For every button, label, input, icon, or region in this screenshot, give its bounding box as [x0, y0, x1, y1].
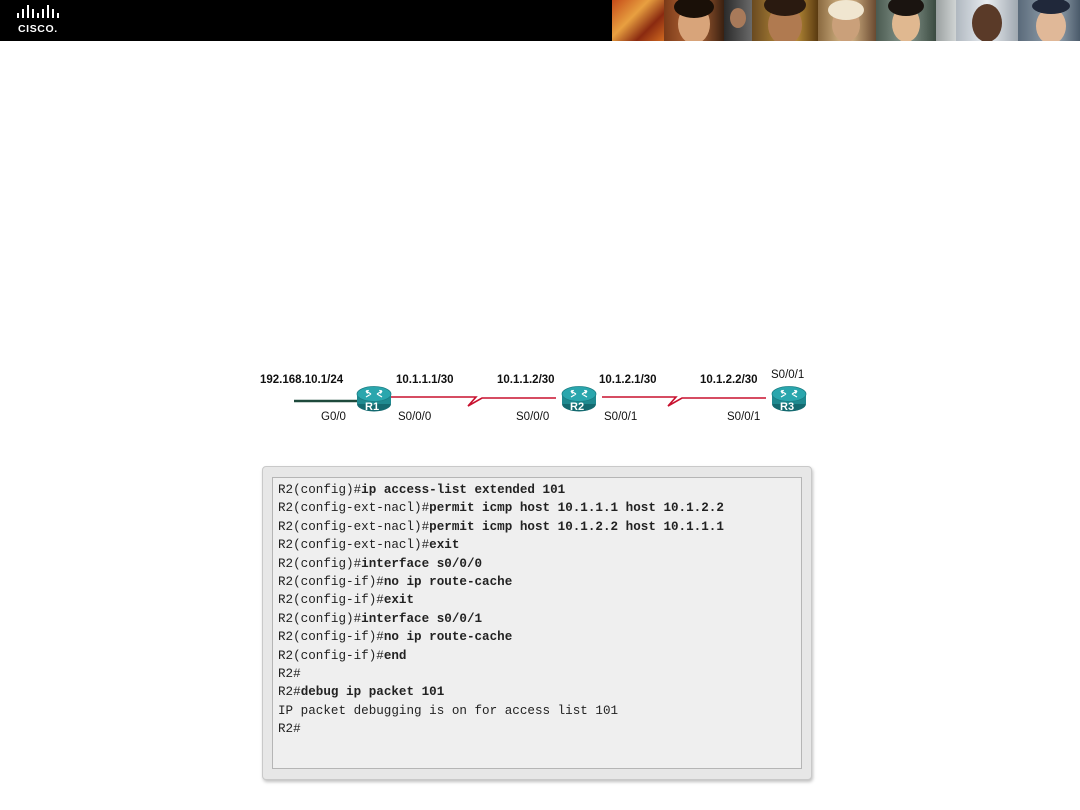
- cli-line: IP packet debugging is on for access lis…: [278, 702, 724, 720]
- cisco-logo: CISCO.: [14, 4, 64, 37]
- photo-8: [956, 0, 1018, 41]
- header-bar: CISCO.: [0, 0, 1080, 41]
- router-r2-label: R2: [570, 401, 585, 413]
- cli-lines: R2(config)#ip access-list extended 101 R…: [278, 481, 724, 738]
- r2-s000-label: S0/0/0: [516, 411, 550, 423]
- cli-command: permit icmp host 10.1.1.1 host 10.1.2.2: [429, 501, 724, 516]
- cli-line: R2(config-if)#end: [278, 647, 724, 665]
- serial-link-r2-r3: [602, 396, 766, 407]
- router-r3-label: R3: [780, 401, 795, 413]
- cli-line: R2(config-ext-nacl)#permit icmp host 10.…: [278, 499, 724, 517]
- cli-command: interface s0/0/0: [361, 556, 483, 571]
- cli-prompt: R2(config)#: [278, 611, 362, 626]
- photo-3: [724, 0, 752, 41]
- cli-command: no ip route-cache: [383, 630, 513, 645]
- photo-2: [664, 0, 724, 41]
- cli-command: exit: [383, 593, 415, 608]
- cli-prompt: R2(config-if)#: [278, 648, 384, 663]
- cli-output-panel: R2(config)#ip access-list extended 101 R…: [262, 466, 812, 780]
- cli-line: R2(config-if)#no ip route-cache: [278, 573, 724, 591]
- cisco-bridge-icon: [17, 5, 59, 18]
- router-r1-label: R1: [365, 401, 380, 413]
- photo-4: [752, 0, 818, 41]
- r3-serial-ip-label: 10.1.2.2/30: [700, 374, 758, 386]
- cli-prompt: R2(config-ext-nacl)#: [278, 501, 430, 516]
- r2-s001-label: S0/0/1: [604, 411, 638, 423]
- photo-1: [612, 0, 664, 41]
- cli-line: R2(config-if)#no ip route-cache: [278, 628, 724, 646]
- photo-9: [1018, 0, 1080, 41]
- cli-command: debug ip packet 101: [300, 685, 445, 700]
- serial-link-r1-r2: [390, 396, 556, 407]
- cli-prompt: R2#: [278, 722, 301, 737]
- cli-output-text-area: R2(config)#ip access-list extended 101 R…: [272, 477, 802, 769]
- r3-s001-top-label: S0/0/1: [771, 369, 805, 381]
- cli-line: R2#: [278, 720, 724, 738]
- cli-prompt: R2(config-ext-nacl)#: [278, 538, 430, 553]
- cli-prompt: R2#: [278, 666, 301, 681]
- r1-s000-label: S0/0/0: [398, 411, 432, 423]
- r1-serial-ip-label: 10.1.1.1/30: [396, 374, 454, 386]
- cli-command: ip access-list extended 101: [361, 483, 566, 497]
- cli-prompt: R2#: [278, 685, 301, 700]
- photo-5: [818, 0, 876, 41]
- cli-command: exit: [429, 538, 460, 553]
- r3-s001-bottom-label: S0/0/1: [727, 411, 761, 423]
- cli-line: R2#: [278, 665, 724, 683]
- photo-6: [876, 0, 936, 41]
- cli-prompt: R2(config-if)#: [278, 593, 384, 608]
- cisco-wordmark: CISCO.: [18, 23, 58, 35]
- r2-s000-ip-label: 10.1.1.2/30: [497, 374, 555, 386]
- cli-prompt: R2(config-if)#: [278, 574, 384, 589]
- topology-links: [294, 386, 807, 412]
- header-photo-strip: [612, 0, 1080, 41]
- photo-7: [936, 0, 956, 41]
- cli-prompt: R2(config)#: [278, 483, 362, 497]
- network-topology: R1 R2 R3 192.168.10.1/24 G0/0 S0/0/0 10.…: [250, 360, 830, 440]
- cli-output-text: IP packet debugging is on for access lis…: [278, 703, 619, 718]
- cli-command: end: [383, 648, 407, 663]
- cli-line: R2(config-if)#exit: [278, 591, 724, 609]
- cli-line: R2(config)#interface s0/0/1: [278, 610, 724, 628]
- lan-address-label: 192.168.10.1/24: [260, 374, 344, 386]
- r1-g00-label: G0/0: [321, 411, 346, 423]
- cli-line: R2(config-ext-nacl)#permit icmp host 10.…: [278, 518, 724, 536]
- cli-line: R2#debug ip packet 101: [278, 683, 724, 701]
- cli-command: no ip route-cache: [383, 574, 513, 589]
- cli-line: R2(config-ext-nacl)#exit: [278, 536, 724, 554]
- cli-command: permit icmp host 10.1.2.2 host 10.1.1.1: [429, 519, 724, 534]
- r2-s001-ip-label: 10.1.2.1/30: [599, 374, 657, 386]
- cli-line: R2(config)#ip access-list extended 101: [278, 481, 724, 499]
- cli-prompt: R2(config-if)#: [278, 630, 384, 645]
- cli-line: R2(config)#interface s0/0/0: [278, 555, 724, 573]
- cli-command: interface s0/0/1: [361, 611, 483, 626]
- cli-prompt: R2(config)#: [278, 556, 362, 571]
- cli-prompt: R2(config-ext-nacl)#: [278, 519, 430, 534]
